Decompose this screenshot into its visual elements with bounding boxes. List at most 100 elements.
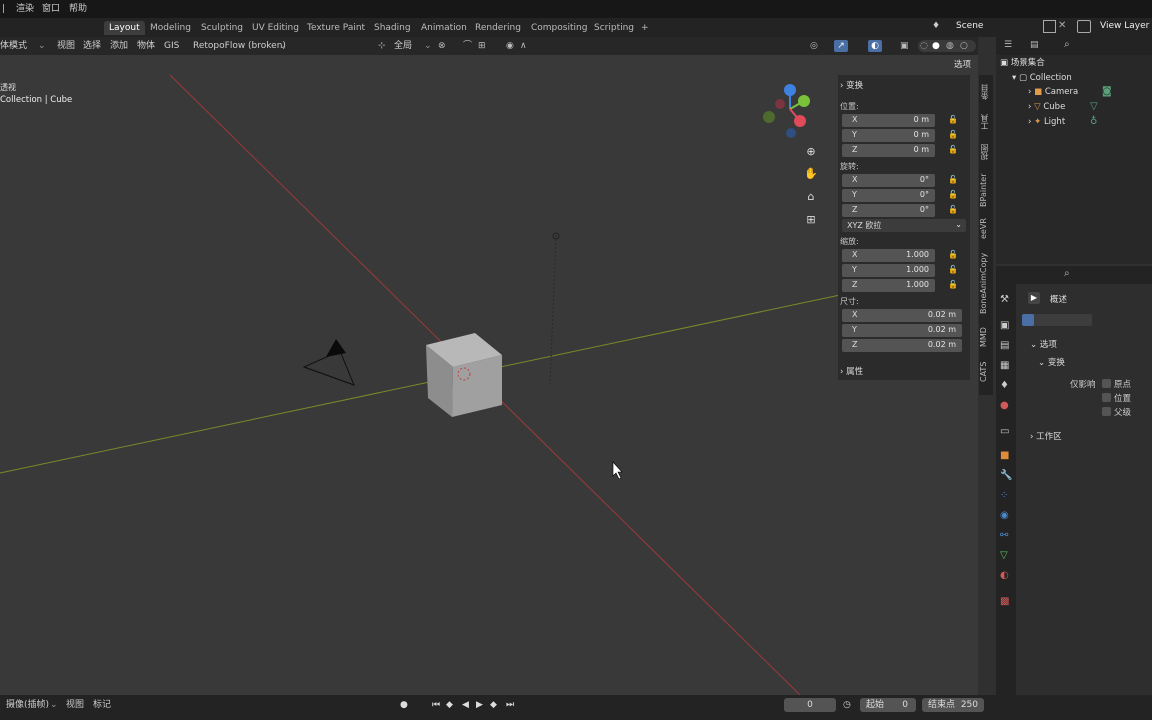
playback-menu[interactable]: 摄像(插帧): [6, 699, 49, 712]
tab-boneanimcopy[interactable]: BoneAnimCopy: [979, 247, 993, 319]
lock-icon[interactable]: 🔓: [948, 130, 958, 140]
start-frame-field[interactable]: 起始 0: [860, 698, 916, 712]
tab-sculpting[interactable]: Sculpting: [196, 21, 248, 35]
outliner-editor-icon[interactable]: ☰: [1004, 40, 1012, 50]
render-tab-icon[interactable]: ▣: [1000, 320, 1009, 331]
affect-locations-checkbox[interactable]: [1102, 393, 1111, 402]
gizmo-toggle-icon[interactable]: ↗: [834, 40, 848, 52]
output-tab-icon[interactable]: ▤: [1000, 340, 1009, 351]
lock-icon[interactable]: 🔓: [948, 250, 958, 260]
search-icon[interactable]: ⌕: [1064, 39, 1070, 50]
tab-eevr[interactable]: eeVR: [979, 215, 993, 243]
tab-animation[interactable]: Animation: [416, 21, 472, 35]
falloff-icon[interactable]: ∧: [520, 40, 527, 52]
tab-mmd[interactable]: MMD: [979, 323, 993, 351]
transform-subsection[interactable]: ⌄ 变换: [1038, 356, 1065, 368]
next-keyframe-icon[interactable]: ◆: [490, 699, 497, 712]
outliner-item-light[interactable]: › ✦ Light: [1028, 116, 1065, 129]
rotation-y-field[interactable]: Y 0°: [842, 189, 935, 202]
scale-y-field[interactable]: Y 1.000: [842, 264, 935, 277]
snap-icon[interactable]: ⌒: [463, 40, 472, 52]
outliner-item-camera[interactable]: › ■ Camera: [1028, 86, 1078, 99]
options-section[interactable]: ⌄ 选项: [1030, 338, 1057, 350]
light-data-icon[interactable]: ♁: [1090, 116, 1097, 127]
retopoflow-menu[interactable]: RetopoFlow (broken): [193, 40, 286, 52]
menu-select[interactable]: 选择: [83, 40, 101, 52]
zoom-icon[interactable]: ⊕: [802, 143, 820, 161]
menu-gis[interactable]: GIS: [164, 40, 179, 52]
texture-tab-icon[interactable]: ▩: [1000, 596, 1009, 607]
affect-parents-checkbox[interactable]: [1102, 407, 1111, 416]
snap-settings-icon[interactable]: ⊞: [478, 40, 486, 52]
tab-layout[interactable]: Layout: [104, 21, 145, 35]
camera-view-icon[interactable]: ⌂: [802, 188, 820, 206]
modifier-tab-icon[interactable]: 🔧: [1000, 470, 1012, 481]
options-menu[interactable]: 选项: [954, 58, 971, 70]
menu-object[interactable]: 物体: [137, 40, 155, 52]
tab-compositing[interactable]: Compositing: [526, 21, 592, 35]
lock-icon[interactable]: 🔓: [948, 145, 958, 155]
scene-name[interactable]: Scene: [956, 21, 983, 31]
rendered-shading-icon[interactable]: ○: [960, 40, 968, 52]
xray-icon[interactable]: ▣: [900, 40, 909, 52]
workspace-section[interactable]: › 工作区: [1030, 430, 1062, 442]
data-tab-icon[interactable]: ▽: [1000, 550, 1008, 561]
location-x-field[interactable]: X0 m: [842, 114, 935, 127]
transform-orientation-selector[interactable]: 全局: [394, 40, 412, 52]
tab-shading[interactable]: Shading: [369, 21, 416, 35]
location-y-field[interactable]: Y0 m: [842, 129, 935, 142]
material-shading-icon[interactable]: ◍: [946, 40, 954, 52]
tab-tool[interactable]: 工具: [979, 109, 993, 135]
tab-uv-editing[interactable]: UV Editing: [247, 21, 304, 35]
timeline-view-menu[interactable]: 视图: [66, 699, 84, 712]
lock-icon[interactable]: 🔓: [948, 265, 958, 275]
tool-tab-icon[interactable]: ⚒: [1000, 294, 1009, 305]
view-layer-name[interactable]: View Layer: [1100, 21, 1149, 31]
particles-tab-icon[interactable]: ⁘: [1000, 490, 1008, 501]
tab-cats[interactable]: CATS: [979, 355, 993, 389]
scale-x-field[interactable]: X 1.000: [842, 249, 935, 262]
grid-ortho-icon[interactable]: ⊞: [802, 211, 820, 229]
world-tab-icon[interactable]: ●: [1000, 400, 1009, 411]
proportional-edit-icon[interactable]: ◉: [506, 40, 514, 52]
delete-scene-icon[interactable]: ✕: [1058, 20, 1066, 31]
rotation-z-field[interactable]: Z 0°: [842, 204, 935, 217]
constraints-tab-icon[interactable]: ⚯: [1000, 530, 1008, 541]
material-tab-icon[interactable]: ◐: [1000, 570, 1009, 581]
end-frame-field[interactable]: 结束点 250: [922, 698, 984, 712]
search-icon[interactable]: ⌕: [1064, 268, 1070, 279]
dimension-z-field[interactable]: Z 0.02 m: [842, 339, 962, 352]
lock-icon[interactable]: 🔓: [948, 175, 958, 185]
new-scene-icon[interactable]: [1043, 20, 1056, 33]
tab-bpainter[interactable]: BPainter: [979, 169, 993, 211]
display-mode-icon[interactable]: ▤: [1030, 40, 1039, 50]
tab-rendering[interactable]: Rendering: [470, 21, 526, 35]
record-icon[interactable]: ●: [400, 699, 408, 712]
add-workspace-button[interactable]: +: [636, 21, 654, 35]
dimension-y-field[interactable]: Y 0.02 m: [842, 324, 962, 337]
menu-help[interactable]: 帮助: [69, 3, 87, 16]
section-properties-header[interactable]: › 属性: [840, 365, 863, 377]
scene-tab-icon[interactable]: ♦: [1000, 380, 1009, 391]
affect-origins-checkbox[interactable]: [1102, 379, 1111, 388]
section-transform-header[interactable]: › 变换: [840, 79, 863, 91]
menu-render[interactable]: 渲染: [16, 3, 34, 16]
mode-selector[interactable]: 体模式: [0, 40, 27, 52]
jump-end-icon[interactable]: ⏭: [506, 699, 514, 712]
outliner-collection[interactable]: ▾ ▢ Collection: [1012, 72, 1072, 85]
play-icon[interactable]: ▶: [476, 699, 483, 712]
current-frame-field[interactable]: 0: [784, 698, 836, 712]
marker-menu[interactable]: 标记: [93, 699, 111, 712]
menu-window[interactable]: 窗口: [42, 3, 60, 16]
pivot-point-icon[interactable]: ⊗: [438, 40, 446, 52]
pan-hand-icon[interactable]: ✋: [802, 165, 820, 183]
tab-item[interactable]: 条目: [979, 79, 993, 105]
menu-view[interactable]: 视图: [57, 40, 75, 52]
camera-data-icon[interactable]: ◙: [1102, 86, 1112, 97]
collection-tab-icon[interactable]: ▭: [1000, 426, 1009, 437]
lock-icon[interactable]: 🔓: [948, 280, 958, 290]
select-mode-active[interactable]: [1022, 314, 1034, 326]
menu-add[interactable]: 添加: [110, 40, 128, 52]
location-z-field[interactable]: Z0 m: [842, 144, 935, 157]
rotation-x-field[interactable]: X 0°: [842, 174, 935, 187]
